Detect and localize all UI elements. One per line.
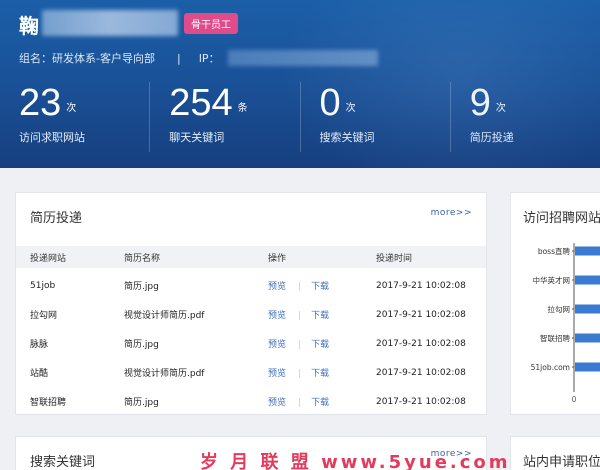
ip-label: IP： <box>198 52 220 65</box>
visits-bar-chart: boss直聘中华英才网拉勾网智联招聘 51job.com 0 <box>531 243 600 404</box>
stat-value: 254 <box>169 82 233 124</box>
category-label: 51job.com <box>531 363 570 372</box>
cell-time: 2017-9-21 10:02:08 <box>376 338 466 349</box>
cell-site: 站酷 <box>30 369 49 379</box>
stat-unit: 次 <box>345 103 356 114</box>
bar[interactable] <box>575 362 600 372</box>
role-badge: 骨干员工 <box>184 13 238 34</box>
preview-link[interactable]: 预览 <box>268 282 286 292</box>
cell-file: 简历.jpg <box>124 398 159 408</box>
table-row: 拉勾网 视觉设计师简历.pdf 预览 | 下载 2017-9-21 10:02:08 <box>16 300 484 329</box>
category-label: 智联招聘 <box>540 333 570 343</box>
column-header: 投递网站 <box>30 253 67 264</box>
cell-file: 视觉设计师简历.pdf <box>124 369 205 379</box>
stat-chat-keywords[interactable]: 254 条 聊天关键词 <box>149 82 299 152</box>
blurred-name-region <box>42 10 178 36</box>
cell-site: 智联招聘 <box>30 398 67 408</box>
stat-unit: 次 <box>495 103 506 114</box>
category-label: 拉勾网 <box>548 304 571 314</box>
preview-link[interactable]: 预览 <box>268 311 286 321</box>
panel-title: 搜索关键词 <box>30 455 96 470</box>
cell-time: 2017-9-21 10:02:08 <box>376 309 466 320</box>
action-divider: | <box>298 340 302 350</box>
action-divider: | <box>298 369 302 379</box>
stat-value: 9 <box>469 82 491 124</box>
stat-unit: 次 <box>66 103 77 114</box>
download-link[interactable]: 下载 <box>311 282 329 292</box>
column-header: 投递时间 <box>376 253 413 264</box>
stat-label: 聊天关键词 <box>169 131 225 144</box>
table-header: 投递网站 简历名称 操作 投递时间 <box>16 246 486 268</box>
stats-row: 23 次 访问求职网站 254 条 聊天关键词 0次 搜索关键词 9次 简历投递 <box>0 82 600 152</box>
category-label: 中华英才网 <box>533 275 571 285</box>
stat-value: 23 <box>19 82 62 124</box>
bar[interactable] <box>575 333 600 343</box>
tick-label: 0 <box>572 395 577 404</box>
cell-file: 简历.jpg <box>124 340 159 350</box>
watermark: 岁 月 联 盟 www.5yue.com <box>200 452 511 470</box>
cell-file: 简历.jpg <box>124 282 159 292</box>
cell-site: 脉脉 <box>30 340 49 350</box>
visits-panel: 访问招聘网站 boss直聘 中华英才网 拉勾网 智联招聘 51job.com 0 <box>510 192 600 415</box>
table-row: 51job 简历.jpg 预览 | 下载 2017-9-21 10:02:08 <box>16 271 484 300</box>
stat-resume-submissions[interactable]: 9次 简历投递 <box>449 82 600 152</box>
download-link[interactable]: 下载 <box>311 398 329 408</box>
panel-title: 简历投递 <box>30 211 83 226</box>
cell-file: 视觉设计师简历.pdf <box>124 311 205 321</box>
cell-site: 拉勾网 <box>30 311 58 321</box>
download-link[interactable]: 下载 <box>311 311 329 321</box>
table-row: 站酷 视觉设计师简历.pdf 预览 | 下载 2017-9-21 10:02:08 <box>16 358 484 387</box>
cell-time: 2017-9-21 10:02:08 <box>376 367 466 378</box>
stat-label: 搜索关键词 <box>319 131 375 144</box>
positions-panel: 站内申请职位 <box>510 436 600 470</box>
more-link[interactable]: more>> <box>431 208 472 218</box>
stat-label: 简历投递 <box>469 131 514 144</box>
table-row: 脉脉 简历.jpg 预览 | 下载 2017-9-21 10:02:08 <box>16 329 484 358</box>
category-label: boss直聘 <box>538 246 571 256</box>
preview-link[interactable]: 预览 <box>268 340 286 350</box>
bar[interactable] <box>575 246 600 256</box>
action-divider: | <box>298 282 302 292</box>
header-banner: 鞠 骨干员工 组名：研发体系-客户导向部 | IP： 23 次 访问求职网站 25… <box>0 0 600 168</box>
download-link[interactable]: 下载 <box>311 369 329 379</box>
action-divider: | <box>298 398 302 408</box>
cell-time: 2017-9-21 10:02:08 <box>376 396 466 407</box>
cell-time: 2017-9-21 10:02:08 <box>376 280 466 291</box>
user-meta: 组名：研发体系-客户导向部 | IP： <box>19 50 378 66</box>
stat-value: 0 <box>319 82 341 124</box>
download-link[interactable]: 下载 <box>311 340 329 350</box>
meta-separator: | <box>176 51 181 65</box>
action-divider: | <box>298 311 302 321</box>
blurred-ip-region <box>227 50 378 66</box>
stat-unit: 条 <box>237 103 248 114</box>
stat-label: 访问求职网站 <box>19 131 85 144</box>
cell-site: 51job <box>30 280 56 291</box>
stat-search-keywords[interactable]: 0次 搜索关键词 <box>299 82 450 152</box>
preview-link[interactable]: 预览 <box>268 369 286 379</box>
column-header: 简历名称 <box>124 253 161 264</box>
group-label: 组名：研发体系-客户导向部 <box>19 52 155 65</box>
table-row: 智联招聘 简历.jpg 预览 | 下载 2017-9-21 10:02:08 <box>16 387 484 416</box>
stat-visits[interactable]: 23 次 访问求职网站 <box>0 82 149 152</box>
bar[interactable] <box>575 275 600 285</box>
user-name: 鞠 <box>19 14 40 38</box>
panel-title: 站内申请职位 <box>523 455 600 470</box>
resume-panel: 简历投递 more>> 投递网站 简历名称 操作 投递时间 51job 简历.j… <box>15 192 487 415</box>
preview-link[interactable]: 预览 <box>268 398 286 408</box>
bar[interactable] <box>575 304 600 314</box>
column-header: 操作 <box>268 253 287 264</box>
